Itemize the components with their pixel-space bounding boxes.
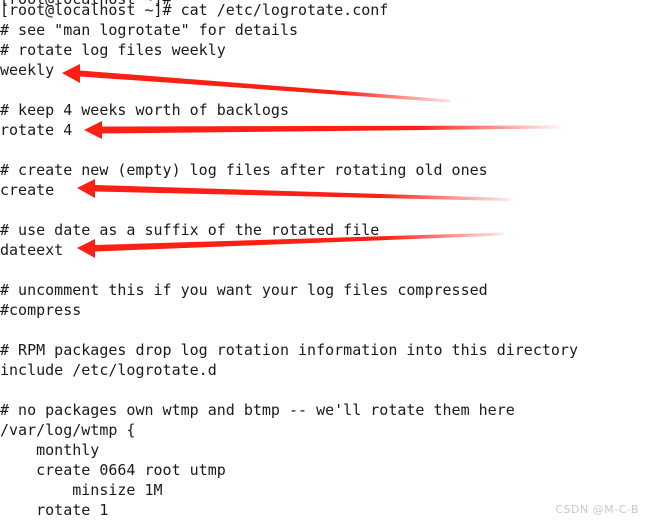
terminal-line: /var/log/wtmp { [0, 421, 136, 439]
terminal-screenshot: [root@localhost ~]# [root@localhost ~]# … [0, 0, 647, 522]
terminal-line: dateext [0, 241, 64, 259]
terminal-line: # keep 4 weeks worth of backlogs [0, 101, 289, 119]
terminal-line: create [0, 181, 55, 199]
csdn-watermark: CSDN @M-C-B [555, 503, 639, 516]
terminal-line: # uncomment this if you want your log fi… [0, 281, 488, 299]
terminal-line: rotate 1 [0, 501, 109, 519]
terminal-line: monthly [0, 441, 100, 459]
terminal-line: rotate 4 [0, 121, 73, 139]
terminal-line: # rotate log files weekly [0, 41, 226, 59]
terminal-line: # use date as a suffix of the rotated fi… [0, 221, 380, 239]
terminal-line: #compress [0, 301, 82, 319]
terminal-line: # see "man logrotate" for details [0, 21, 299, 39]
terminal-line: # create new (empty) log files after rot… [0, 161, 488, 179]
terminal-line: weekly [0, 61, 55, 79]
terminal-line: # no packages own wtmp and btmp -- we'll… [0, 401, 515, 419]
terminal-line: include /etc/logrotate.d [0, 361, 217, 379]
terminal-line: create 0664 root utmp [0, 461, 226, 479]
terminal-line: [root@localhost ~]# cat /etc/logrotate.c… [0, 1, 389, 19]
terminal-output: [root@localhost ~]# cat /etc/logrotate.c… [0, 0, 647, 520]
terminal-line: minsize 1M [0, 481, 163, 499]
terminal-line: # RPM packages drop log rotation informa… [0, 341, 578, 359]
